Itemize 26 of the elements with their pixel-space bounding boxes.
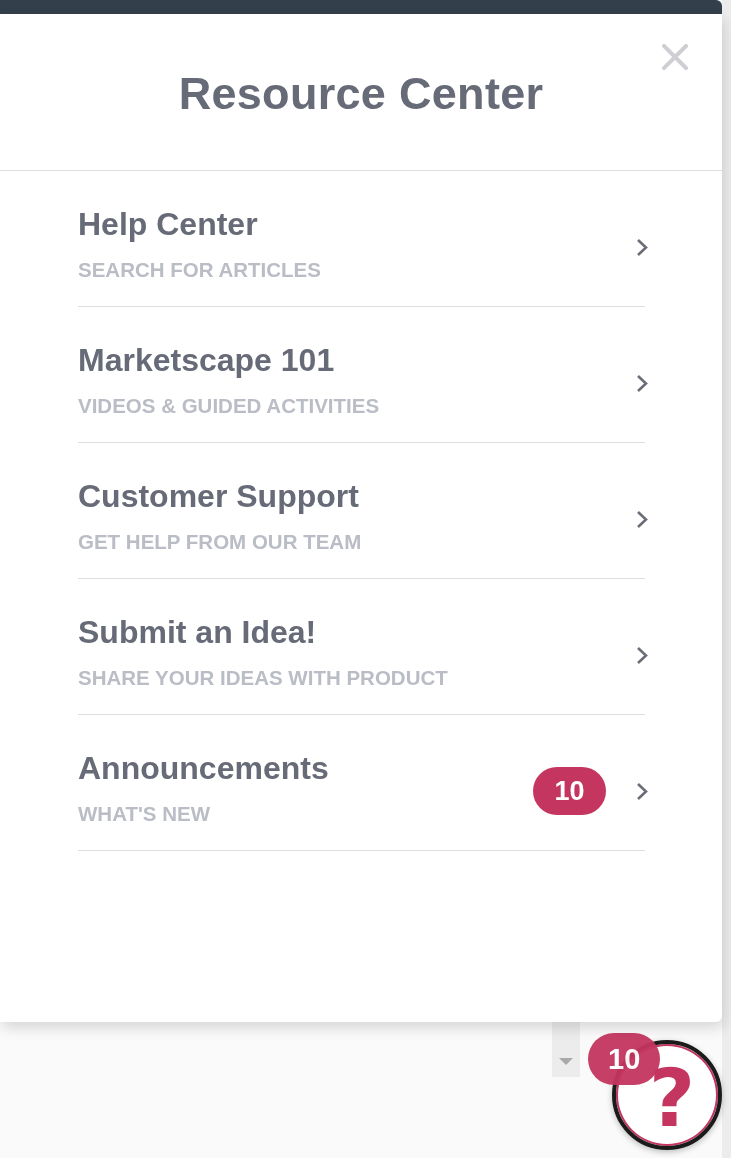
item-title: Help Center <box>78 205 258 244</box>
resource-item[interactable]: Marketscape 101 VIDEOS & GUIDED ACTIVITIES <box>78 307 645 443</box>
item-subtitle: SEARCH FOR ARTICLES <box>78 257 321 283</box>
chevron-right-icon <box>636 509 648 529</box>
item-title: Customer Support <box>78 477 359 516</box>
chevron-right-icon <box>636 237 648 257</box>
resource-item[interactable]: Customer Support GET HELP FROM OUR TEAM <box>78 443 645 579</box>
close-button[interactable] <box>662 44 688 70</box>
resource-item[interactable]: Announcements WHAT'S NEW 10 <box>78 715 645 851</box>
close-icon <box>662 44 688 70</box>
caret-down-icon <box>559 1058 573 1065</box>
item-subtitle: GET HELP FROM OUR TEAM <box>78 529 362 555</box>
count-badge: 10 <box>533 767 606 815</box>
panel-title: Resource Center <box>178 67 544 121</box>
item-title: Announcements <box>78 749 329 788</box>
item-title: Marketscape 101 <box>78 341 335 380</box>
chevron-right-icon <box>636 781 648 801</box>
chevron-right-icon <box>636 645 648 665</box>
resource-item[interactable]: Help Center SEARCH FOR ARTICLES <box>78 171 645 307</box>
item-title: Submit an Idea! <box>78 613 317 652</box>
item-subtitle: WHAT'S NEW <box>78 801 211 827</box>
chevron-right-icon <box>636 373 648 393</box>
resource-item[interactable]: Submit an Idea! SHARE YOUR IDEAS WITH PRODUCT <box>78 579 645 715</box>
item-subtitle: SHARE YOUR IDEAS WITH PRODUCT <box>78 665 448 691</box>
scroll-down-button[interactable] <box>552 1022 580 1077</box>
item-subtitle: VIDEOS & GUIDED ACTIVITIES <box>78 393 380 419</box>
